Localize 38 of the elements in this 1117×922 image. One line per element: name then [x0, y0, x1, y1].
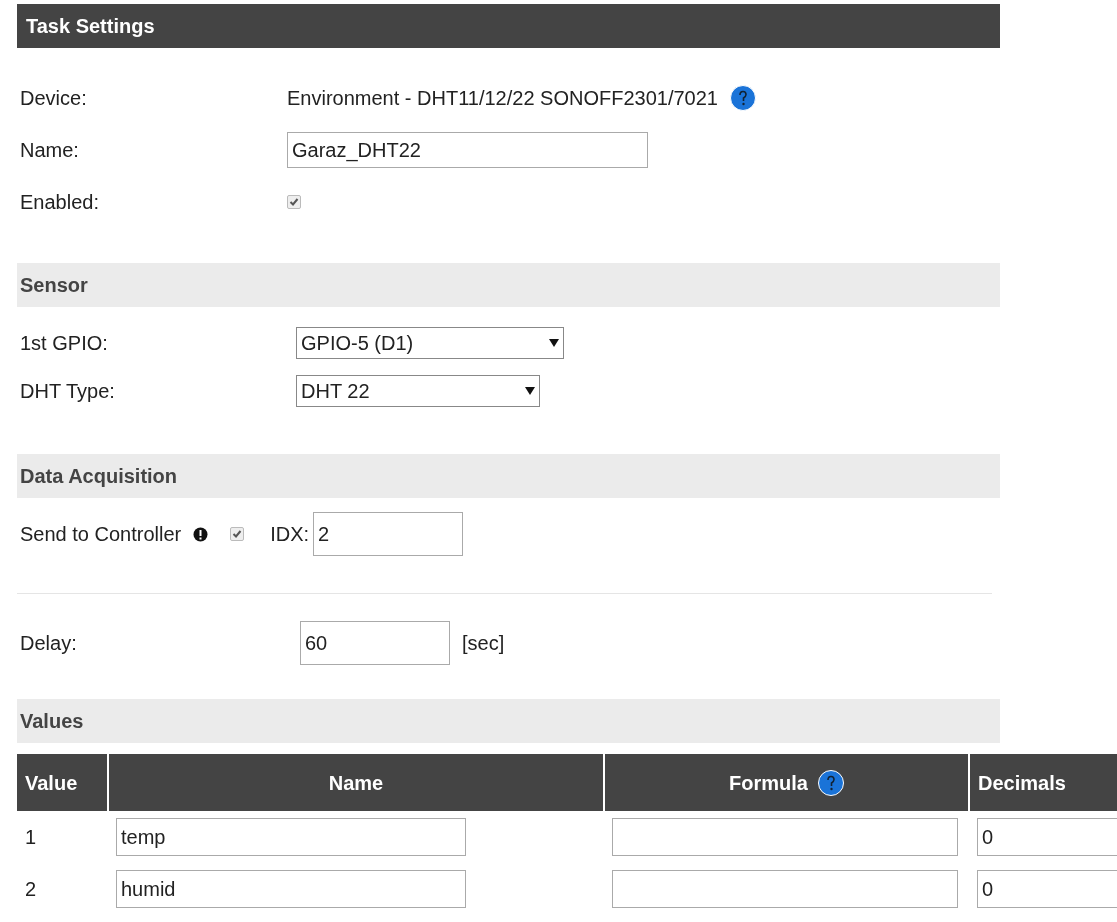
- column-header: Value: [17, 754, 108, 811]
- delay-field[interactable]: 60: [300, 621, 450, 665]
- field-label: DHT Type:: [19, 379, 116, 404]
- section-header: Values: [17, 699, 1000, 743]
- table-cell-text: 2: [24, 877, 38, 902]
- input-field[interactable]: [612, 818, 958, 856]
- dropdown[interactable]: GPIO-5 (D1): [296, 327, 564, 359]
- input-field[interactable]: temp: [116, 818, 466, 856]
- input-field[interactable]: 0: [977, 870, 1117, 908]
- checkbox[interactable]: [230, 527, 245, 541]
- panel-title: Task Settings: [17, 4, 1000, 48]
- help-icon[interactable]: [817, 769, 844, 796]
- info-icon: [193, 526, 209, 542]
- caret-icon: [525, 387, 535, 395]
- name-field[interactable]: Garaz_DHT22: [287, 132, 648, 168]
- field-label: Send to Controller: [20, 522, 182, 547]
- section-header: Data Acquisition: [17, 454, 1000, 498]
- field-label: IDX:: [270, 522, 310, 547]
- column-header: Name: [108, 754, 604, 811]
- help-icon[interactable]: [729, 85, 756, 111]
- column-header: Formula: [729, 770, 808, 796]
- input-field[interactable]: [612, 870, 958, 908]
- caret-icon: [549, 339, 559, 347]
- table-cell: 1: [17, 811, 108, 863]
- checkbox[interactable]: [287, 195, 301, 209]
- device-value: Environment - DHT11/12/22 SONOFF2301/7021: [287, 86, 718, 111]
- input-field[interactable]: humid: [116, 870, 466, 908]
- field-label: Enabled:: [19, 190, 100, 215]
- section-header: Sensor: [17, 263, 1000, 307]
- input-field[interactable]: 0: [977, 818, 1117, 856]
- field-label: Name:: [19, 138, 80, 163]
- field-label: 1st GPIO:: [19, 331, 109, 356]
- column-header: Decimals: [969, 754, 1117, 811]
- field-label: Delay:: [19, 631, 78, 656]
- idx-field[interactable]: 2: [313, 512, 464, 556]
- unit-label: [sec]: [462, 631, 505, 656]
- dropdown[interactable]: DHT 22: [296, 375, 540, 407]
- field-label: Device:: [19, 86, 88, 111]
